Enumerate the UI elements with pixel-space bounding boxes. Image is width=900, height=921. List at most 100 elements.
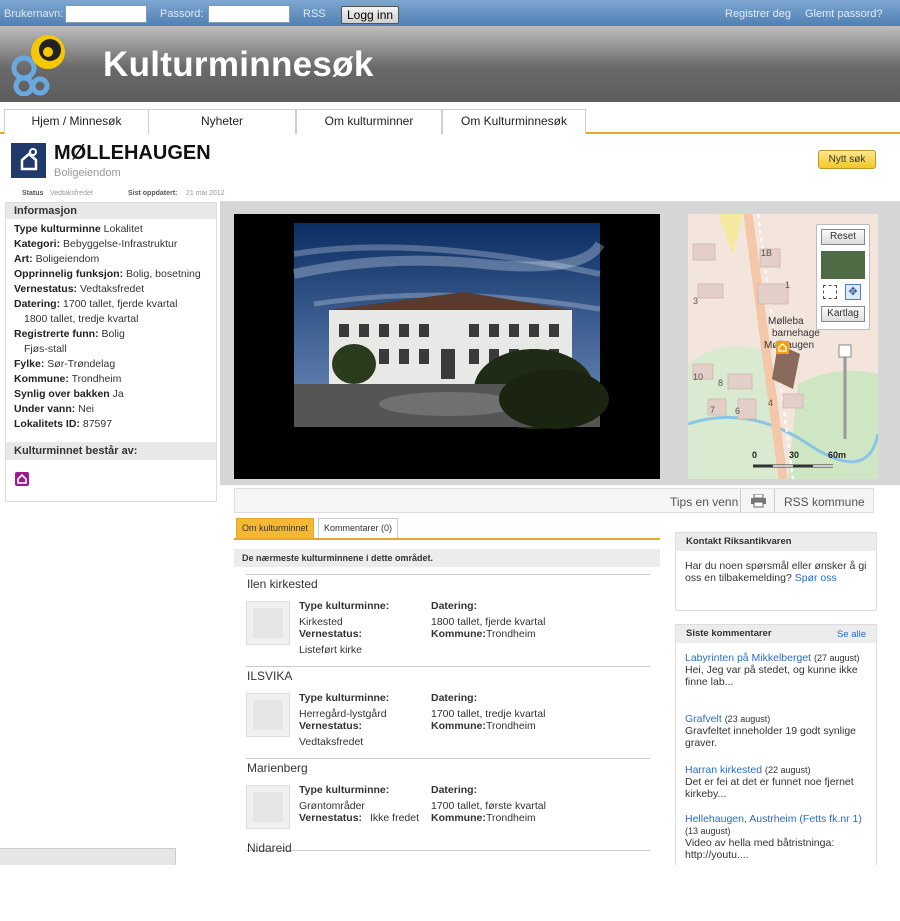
- rss-link[interactable]: RSS: [303, 8, 326, 20]
- comment-title[interactable]: Harran kirkested: [685, 764, 762, 776]
- verne-value: Ikke fredet: [370, 812, 420, 824]
- info-key: Kategori:: [14, 238, 61, 250]
- new-search-button[interactable]: Nytt søk: [818, 150, 876, 169]
- datering-label: Datering:: [431, 692, 478, 704]
- monument-photo[interactable]: [234, 214, 660, 479]
- info-row: Opprinnelig funksjon: Bolig, bosetning: [14, 268, 201, 280]
- content-tabs: Om kulturminnet Kommentarer (0): [234, 518, 660, 540]
- info-panel: Informasjon Type kulturminne Lokalitet Ka…: [5, 202, 217, 502]
- comment-title[interactable]: Labyrinten på Mikkelberget: [685, 652, 811, 664]
- nearby-item[interactable]: Nidareid: [246, 841, 650, 921]
- comment-item: Labyrinten på Mikkelberget (27 august) He…: [685, 652, 873, 688]
- nearby-item[interactable]: Marienberg Type kulturminne: Grøntområder V…: [246, 761, 650, 841]
- type-value: Herregård-lystgård: [299, 708, 387, 720]
- part-icon[interactable]: [14, 471, 30, 487]
- info-value: Trondheim: [68, 373, 122, 385]
- consists-heading: Kulturminnet består av:: [6, 442, 216, 460]
- print-icon[interactable]: [751, 494, 766, 508]
- location-marker-icon[interactable]: [776, 341, 789, 354]
- comments-box: Siste kommentarer Se alle Labyrinten på …: [675, 624, 877, 865]
- nearby-item-name[interactable]: Nidareid: [247, 841, 292, 855]
- info-key: Synlig over bakken: [14, 388, 110, 400]
- info-heading: Informasjon: [6, 203, 216, 219]
- contact-heading: Kontakt Riksantikvaren: [676, 533, 876, 551]
- status-value: Vedtaksfredet: [50, 190, 93, 197]
- comment-text: Hei, Jeg var på stedet, og kunne ikke fi…: [685, 664, 858, 688]
- info-key: Vernestatus:: [14, 283, 78, 295]
- info-row: Vernestatus: Vedtaksfredet: [14, 283, 144, 295]
- map-thumbnail[interactable]: [821, 251, 865, 279]
- nearby-item[interactable]: Ilen kirkested Type kulturminne: Kirkested…: [246, 577, 650, 657]
- verne-label: Vernestatus:: [299, 812, 363, 824]
- contact-box: Kontakt Riksantikvaren Har du noen spørs…: [675, 532, 877, 611]
- map-controls: Reset ✥ Kartlag: [816, 224, 870, 330]
- site-logo[interactable]: [8, 30, 72, 96]
- contact-link[interactable]: Spør oss: [795, 572, 837, 584]
- map-label-1b: 1B: [761, 248, 772, 258]
- tab-news[interactable]: Nyheter: [148, 109, 296, 134]
- rss-kommune-link[interactable]: RSS kommune: [784, 495, 865, 509]
- kommune-value: Trondheim: [486, 720, 536, 732]
- map-layers-button[interactable]: Kartlag: [821, 306, 865, 322]
- datering-value: 1700 tallet, første kvartal: [431, 800, 546, 812]
- info-value: Lokalitet: [100, 223, 143, 235]
- map-label-10: 10: [693, 372, 703, 382]
- map-reset-button[interactable]: Reset: [821, 229, 865, 245]
- verne-value: Vedtaksfredet: [299, 736, 364, 748]
- comment-text: Det er fei at det er funnet noe fjernet …: [685, 776, 854, 800]
- nearby-item-name[interactable]: Marienberg: [247, 761, 308, 775]
- info-row: Under vann: Nei: [14, 403, 94, 415]
- zoom-slider-handle[interactable]: [838, 344, 852, 358]
- see-all-link[interactable]: Se alle: [837, 629, 866, 640]
- tab-comments[interactable]: Kommentarer (0): [318, 518, 399, 538]
- tab-home[interactable]: Hjem / Minnesøk: [4, 109, 149, 134]
- map-label-8: 8: [718, 378, 723, 388]
- forgot-password-link[interactable]: Glemt passord?: [805, 8, 883, 20]
- nearby-item-name[interactable]: ILSVIKA: [247, 669, 292, 683]
- tab-about-monuments[interactable]: Om kulturminner: [296, 109, 442, 134]
- pan-icon[interactable]: ✥: [845, 284, 861, 300]
- select-area-icon[interactable]: [823, 285, 837, 299]
- info-row: Fylke: Sør-Trøndelag: [14, 358, 115, 370]
- register-link[interactable]: Registrer deg: [725, 8, 791, 20]
- info-row: Art: Boligeiendom: [14, 253, 99, 265]
- horizontal-scrollbar[interactable]: [0, 848, 176, 865]
- updated-value: 21 mai 2012: [186, 190, 225, 197]
- username-input[interactable]: [65, 5, 147, 23]
- info-value: Bolig, bosetning: [123, 268, 201, 280]
- type-label: Type kulturminne:: [299, 784, 390, 796]
- tab-about-site[interactable]: Om Kulturminnesøk: [442, 109, 586, 134]
- datering-label: Datering:: [431, 600, 478, 612]
- tab-about-monument[interactable]: Om kulturminnet: [236, 518, 315, 538]
- comment-date: (27 august): [814, 653, 860, 663]
- scale-0: 0: [752, 450, 757, 460]
- comment-item: Harran kirkested (22 august) Det er fei a…: [685, 764, 873, 800]
- map-label-4: 4: [768, 398, 773, 408]
- type-value: Kirkested: [299, 616, 343, 628]
- nearby-thumbnail[interactable]: [246, 785, 290, 829]
- nearby-item[interactable]: ILSVIKA Type kulturminne: Herregård-lystgå…: [246, 669, 650, 749]
- nearby-item-name[interactable]: Ilen kirkested: [247, 577, 318, 591]
- info-value: Ja: [109, 388, 124, 400]
- map-widget[interactable]: 1B 1 3 10 8 6 7 4 Mølleba barnehage Mølh…: [688, 214, 878, 479]
- comment-title[interactable]: Grafvelt: [685, 713, 722, 725]
- nearby-thumbnail[interactable]: [246, 601, 290, 645]
- login-button[interactable]: Logg inn: [341, 6, 400, 24]
- action-toolbar: Tips en venn RSS kommune: [234, 488, 874, 513]
- tips-link[interactable]: Tips en venn: [670, 495, 738, 509]
- datering-value: 1800 tallet, fjerde kvartal: [431, 616, 546, 628]
- info-key: Registrerte funn:: [14, 328, 99, 340]
- comment-date: (22 august): [764, 765, 811, 775]
- comment-date: (23 august): [724, 714, 771, 724]
- password-input[interactable]: [208, 5, 290, 23]
- map-label-molle3: Mølhaugen: [764, 340, 814, 351]
- info-row: Type kulturminne Lokalitet: [14, 223, 143, 235]
- site-header: Kulturminnesøk: [0, 26, 900, 102]
- nearby-thumbnail[interactable]: [246, 693, 290, 737]
- page-subtitle: Boligeiendom: [54, 167, 121, 179]
- map-label-molle2: barnehage: [772, 328, 820, 339]
- comment-text: Video av hella med båtristninga: http://…: [685, 837, 835, 861]
- nearby-heading: De nærmeste kulturminnene i dette område…: [234, 549, 660, 567]
- type-value: Grøntområder: [299, 800, 365, 812]
- comment-title[interactable]: Hellehaugen, Austrheim (Fetts fk.nr 1): [685, 813, 862, 825]
